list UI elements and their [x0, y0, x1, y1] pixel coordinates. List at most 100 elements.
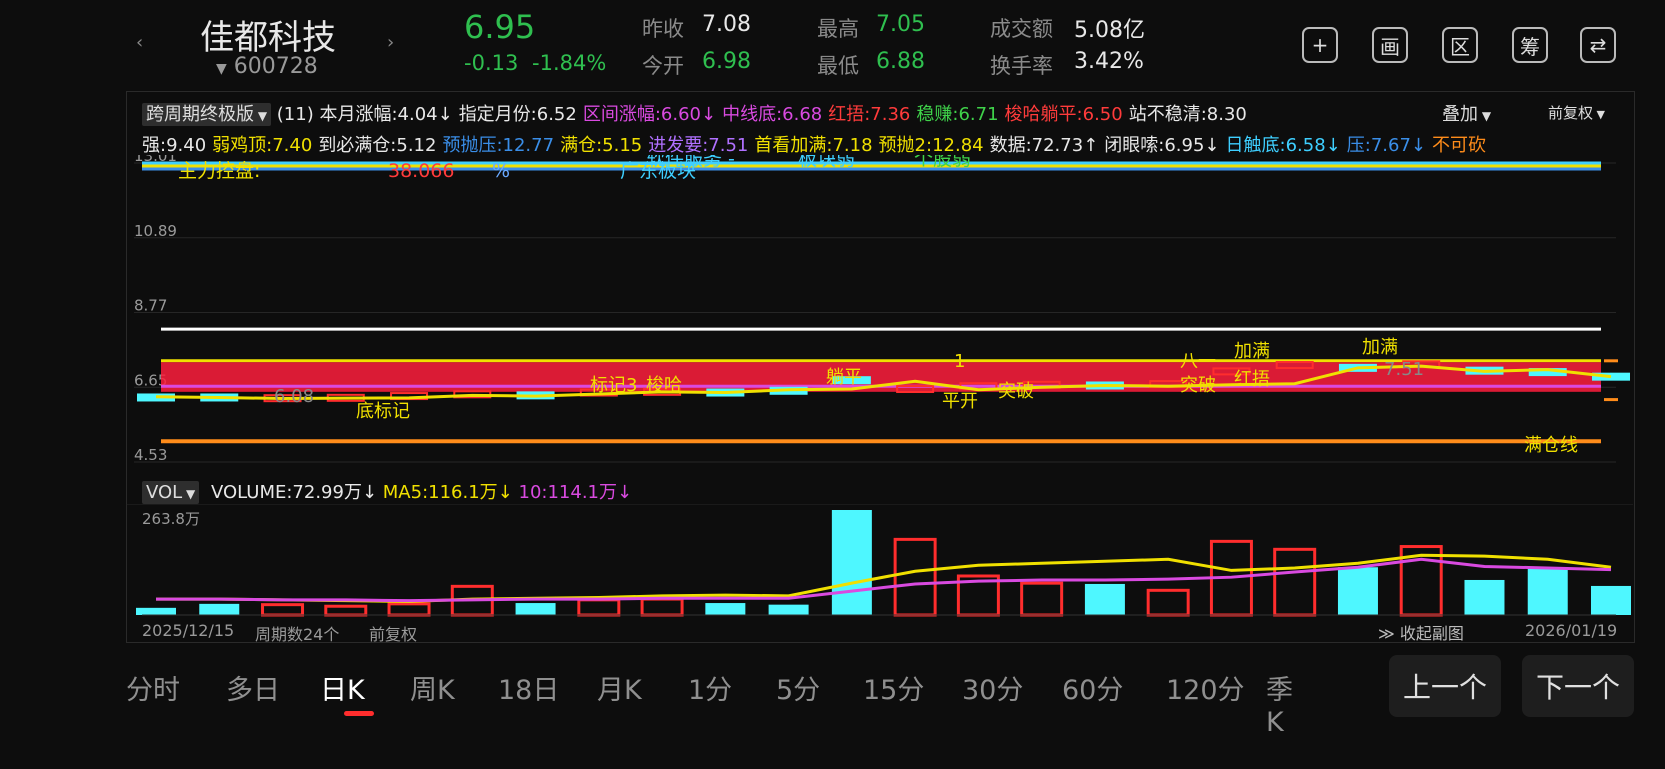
- tab-0[interactable]: 分时: [126, 668, 180, 707]
- volume-bar[interactable]: [1527, 568, 1568, 615]
- volume-bar[interactable]: [261, 603, 305, 617]
- tab-3[interactable]: 周K: [410, 668, 455, 707]
- chevron-double-down-icon: ≫: [1378, 624, 1395, 643]
- indicator-value: 闭眼嗦:6.95↓: [1104, 135, 1220, 156]
- indicator-value: 强:9.40: [142, 135, 207, 156]
- volume-selector[interactable]: VOL ▼: [142, 481, 200, 504]
- volume-bar[interactable]: [831, 510, 872, 615]
- tab-8[interactable]: 15分: [863, 668, 924, 707]
- overlay-text: %: [492, 160, 510, 182]
- price-change: -0.13: [464, 51, 519, 75]
- indicator-value: 日触底:6.58↓: [1225, 135, 1341, 156]
- prev-stock-arrow[interactable]: ‹: [136, 32, 143, 53]
- tab-5[interactable]: 月K: [597, 668, 642, 707]
- indicator-row-1: 跨周期终极版 ▼ (11) 本月涨幅:4.04↓ 指定月份:6.52 区间涨幅:6.…: [142, 100, 1632, 126]
- volume-bar[interactable]: [1591, 585, 1631, 615]
- stat-label: 最高: [817, 17, 859, 41]
- stat-label: 成交额: [990, 17, 1053, 41]
- current-price: 6.95: [464, 8, 536, 46]
- indicator-value: 本月涨幅:4.04↓: [319, 104, 453, 125]
- stat-value: 6.98: [702, 49, 751, 74]
- stock-code-dropdown[interactable]: ▼ 600728: [216, 54, 318, 79]
- y-tick-label: 8.77: [134, 297, 167, 315]
- chart-annotation: 红捂: [1234, 369, 1270, 390]
- indicator-value: 站不稳清:8.30: [1128, 104, 1247, 125]
- next-stock-button[interactable]: 下一个: [1522, 655, 1634, 717]
- tab-11[interactable]: 120分: [1166, 668, 1245, 707]
- volume-bar[interactable]: [324, 604, 368, 617]
- indicator-value: 数据:72.73↑: [989, 135, 1099, 156]
- stat-value: 7.05: [876, 12, 925, 37]
- rotate-icon[interactable]: ⇄: [1580, 27, 1616, 63]
- indicator-row-2: 强:9.40 弱鸡顶:7.40 到必满仓:5.12 预抛压:12.77 满仓:5.15 进…: [142, 131, 1632, 157]
- tab-12[interactable]: 季K: [1266, 668, 1296, 738]
- main-kline-chart[interactable]: 13.0110.898.776.654.53主力控盘: 38.066% 广东板块软件…: [126, 155, 1633, 475]
- stat-label: 最低: [817, 54, 859, 78]
- indicator-value: 压:7.67↓: [1346, 135, 1426, 156]
- tab-2[interactable]: 日K: [320, 668, 365, 707]
- stock-code: 600728: [233, 54, 318, 79]
- stat-label: 换手率: [990, 54, 1053, 78]
- chart-annotation: 标记3: [590, 375, 637, 396]
- volume-bar[interactable]: [1273, 547, 1317, 617]
- volume-bar[interactable]: [387, 602, 431, 617]
- range-icon[interactable]: 区: [1442, 27, 1478, 63]
- restore-dropdown[interactable]: 前复权 ▼: [1544, 102, 1605, 123]
- tab-7[interactable]: 5分: [776, 668, 820, 707]
- volume-bar[interactable]: [1337, 567, 1378, 615]
- tab-10[interactable]: 60分: [1062, 668, 1123, 707]
- volume-bar[interactable]: [768, 604, 809, 615]
- stat-value: 7.08: [702, 12, 751, 37]
- chevron-down-icon: ▼: [254, 109, 268, 123]
- tab-9[interactable]: 30分: [962, 668, 1023, 707]
- stat-value: 3.42%: [1074, 49, 1144, 74]
- price-change-pct: -1.84%: [532, 51, 607, 75]
- stat-label: 昨收: [642, 17, 684, 41]
- overlay-text: 软件服务 -: [646, 155, 735, 170]
- indicator-value: 预抛压:12.77: [442, 135, 555, 156]
- volume-chart[interactable]: 263.8万: [126, 504, 1633, 620]
- overlay-text: 个股弱: [914, 155, 971, 170]
- add-icon[interactable]: +: [1302, 27, 1338, 63]
- volume-bar[interactable]: [136, 607, 176, 615]
- indicator-value: 中线底:6.68: [722, 104, 823, 125]
- indicator-value: 到必满仓:5.12: [318, 135, 437, 156]
- prev-stock-button[interactable]: 上一个: [1389, 655, 1501, 717]
- volume-bar[interactable]: [199, 603, 240, 615]
- volume-bar[interactable]: [1020, 581, 1064, 617]
- chart-annotation: 6.08: [274, 386, 314, 407]
- tab-6[interactable]: 1分: [688, 668, 732, 707]
- volume-bar[interactable]: [577, 598, 621, 617]
- tab-1[interactable]: 多日: [226, 668, 280, 707]
- volume-bar[interactable]: [1146, 588, 1190, 617]
- chart-annotation: 梭哈: [646, 375, 682, 396]
- indicator-value: 进发要:7.51: [648, 135, 749, 156]
- chart-annotation: 躺平: [826, 367, 862, 388]
- overlay-dropdown[interactable]: 叠加 ▼: [1436, 100, 1492, 126]
- chart-annotation: 突破: [998, 381, 1034, 402]
- y-tick-label: 4.53: [134, 446, 167, 464]
- stat-value: 6.88: [876, 49, 925, 74]
- volume-value: VOLUME:72.99万↓: [210, 482, 378, 503]
- volume-bar[interactable]: [705, 603, 746, 615]
- chevron-down-icon: ▼: [182, 487, 196, 501]
- collapse-subchart-button[interactable]: ≫ 收起副图: [1378, 620, 1464, 644]
- next-stock-arrow[interactable]: ›: [387, 32, 394, 53]
- volume-bar[interactable]: [640, 597, 684, 617]
- tab-4[interactable]: 18日: [498, 668, 559, 707]
- indicator-selector[interactable]: 跨周期终极版 ▼: [142, 103, 272, 126]
- ma10-line: [156, 557, 1612, 603]
- indicator-value: 预抛2:12.84: [878, 135, 984, 156]
- indicator-value: 首看加满:7.18: [754, 135, 873, 156]
- chip-icon[interactable]: 筹: [1512, 27, 1548, 63]
- chart-annotation: 7.51: [1384, 359, 1424, 380]
- volume-bar[interactable]: [1084, 583, 1125, 615]
- volume-bar[interactable]: [893, 537, 937, 617]
- volume-bar[interactable]: [1464, 579, 1505, 615]
- y-tick-label: 10.89: [134, 222, 177, 240]
- screen-icon[interactable]: 画: [1372, 27, 1408, 63]
- volume-bar[interactable]: [515, 603, 556, 615]
- indicator-value: 指定月份:6.52: [458, 104, 577, 125]
- end-date: 2026/01/19: [1525, 621, 1618, 640]
- overlay-text: 38.066: [388, 160, 454, 182]
